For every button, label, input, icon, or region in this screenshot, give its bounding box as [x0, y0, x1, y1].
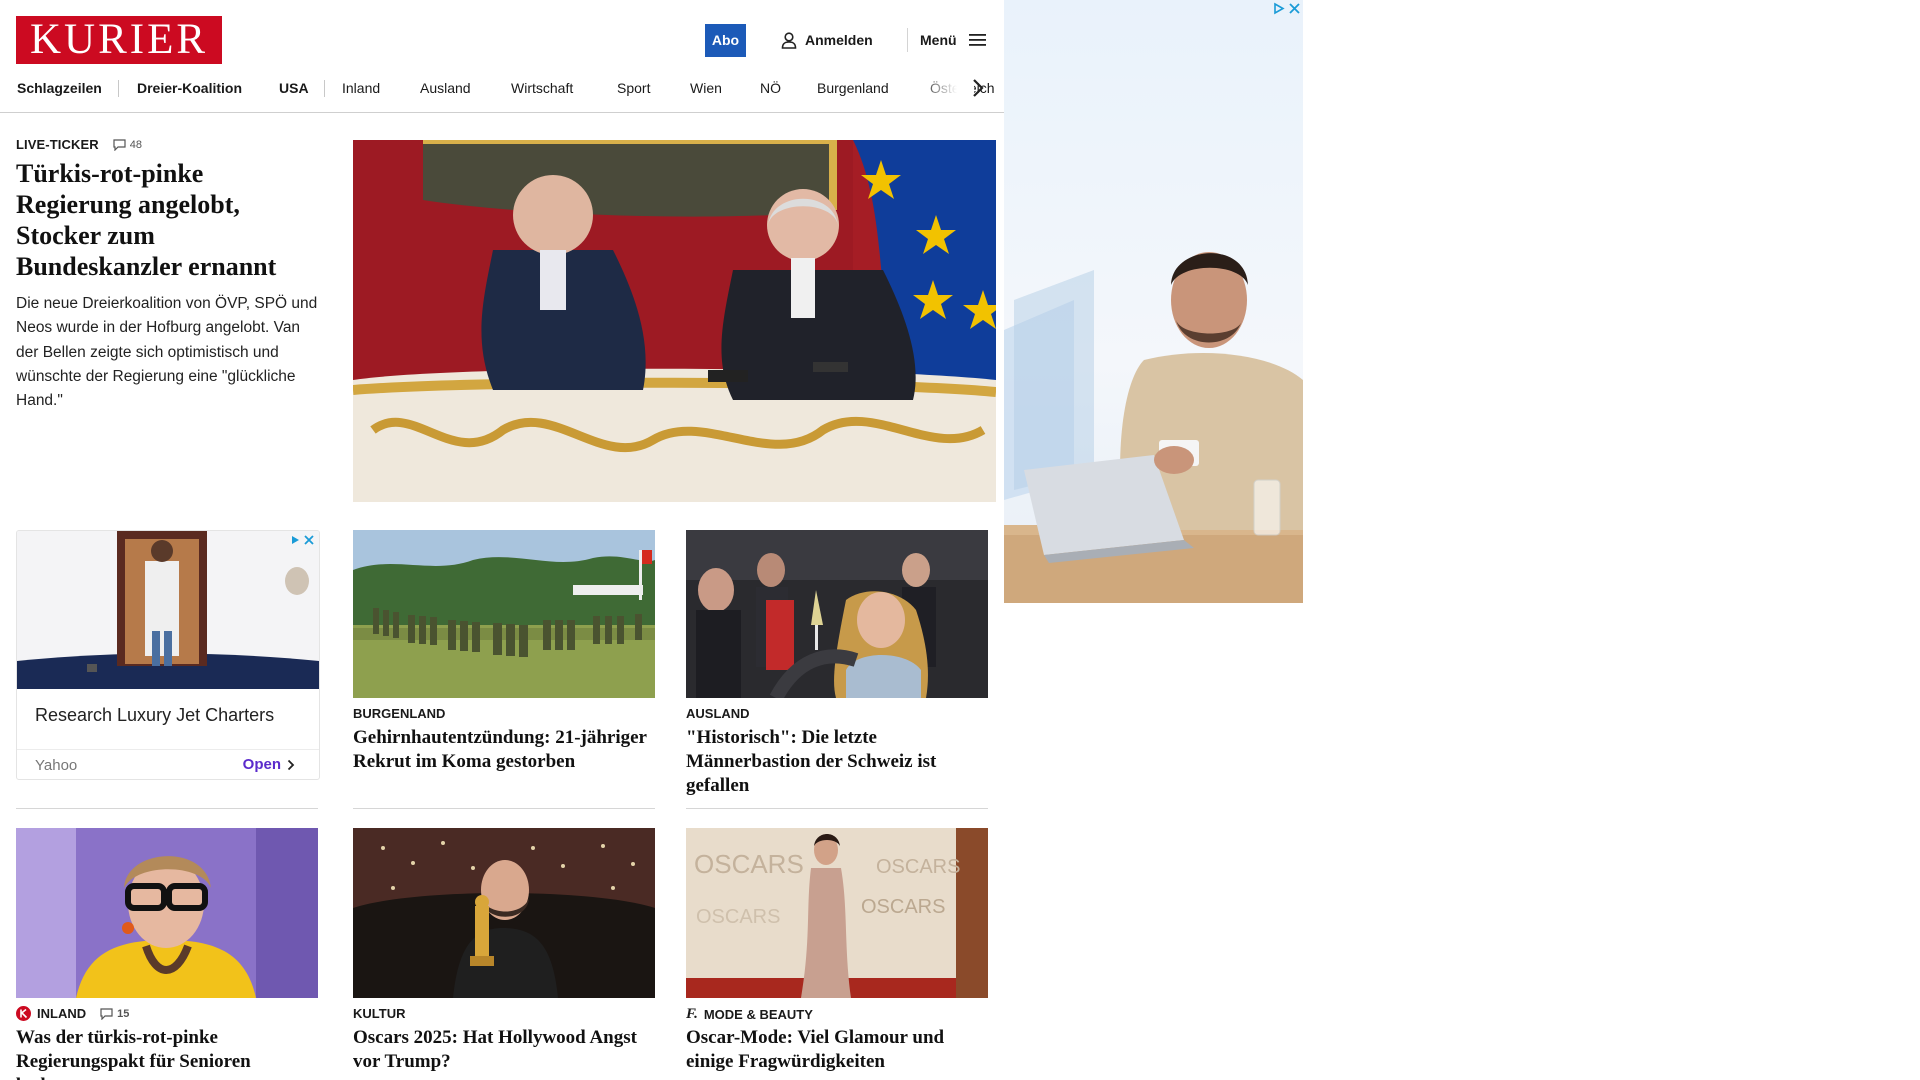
nav-separator [118, 80, 119, 97]
hero-headline[interactable]: Türkis-rot-pinke Regierung angelobt, Sto… [16, 158, 316, 282]
hamburger-icon [968, 34, 986, 46]
article-photo-red-carpet[interactable]: OSCARS OSCARS OSCARS OSCARS [686, 828, 988, 998]
ad-source: Yahoo [35, 757, 78, 774]
nav-item-schlagzeilen[interactable]: Schlagzeilen [17, 78, 102, 112]
adchoices-badge[interactable] [289, 533, 315, 545]
hero-meta: LIVE-TICKER 48 [16, 137, 142, 152]
hero-comment-count: 48 [129, 138, 142, 151]
ad-open-label: Open [242, 756, 281, 773]
article-kicker[interactable]: KULTUR [353, 1006, 405, 1021]
ad-photo [17, 531, 319, 689]
ad-footer: Yahoo Open [17, 749, 319, 779]
nav-item-wien[interactable]: Wien [690, 78, 722, 112]
hero-lead: Die neue Dreierkoalition von ÖVP, SPÖ un… [16, 295, 318, 410]
article-headline[interactable]: Gehirnhautentzündung: 21-jähriger Rekrut… [353, 726, 655, 774]
article-headline[interactable]: Was der türkis-rot-pinke Regierungspakt … [16, 1026, 318, 1080]
site-header: KURIER Abo Anmelden Menü [0, 0, 1004, 78]
comment-icon [113, 138, 126, 151]
article-kicker-row: f. MODE & BEAUTY [686, 1006, 813, 1023]
section-nav: Schlagzeilen Dreier-Koalition USA Inland… [0, 78, 1004, 113]
article-kicker[interactable]: MODE & BEAUTY [704, 1007, 813, 1022]
article-headline[interactable]: Oscars 2025: Hat Hollywood Angst vor Tru… [353, 1026, 655, 1074]
abo-button[interactable]: Abo [705, 24, 746, 57]
row-divider [16, 808, 318, 809]
nav-fade-overlay [918, 78, 974, 104]
adchoices-icon [1272, 2, 1285, 20]
article-photo-senior[interactable] [16, 828, 318, 998]
article-photo-toast[interactable] [686, 530, 988, 698]
user-icon [781, 31, 797, 49]
chevron-right-icon [287, 759, 295, 770]
article-comment-count: 15 [117, 1007, 130, 1020]
nav-item-burgenland[interactable]: Burgenland [817, 78, 889, 112]
ad-title[interactable]: Research Luxury Jet Charters [35, 705, 274, 726]
nav-separator [324, 80, 325, 97]
row-divider [686, 808, 988, 809]
header-divider [907, 28, 908, 52]
nav-item-usa[interactable]: USA [279, 78, 309, 112]
svg-text:OSCARS: OSCARS [694, 849, 804, 879]
article-kicker[interactable]: INLAND [37, 1006, 86, 1021]
menu-button[interactable]: Menü [920, 28, 986, 52]
ad-close-icon[interactable] [1288, 2, 1301, 20]
article-photo-oscar[interactable] [353, 828, 655, 998]
article-kicker[interactable]: AUSLAND [686, 706, 750, 721]
login-label: Anmelden [805, 32, 873, 48]
side-ad-badge[interactable] [1272, 2, 1301, 20]
svg-text:OSCARS: OSCARS [876, 856, 960, 878]
hero-kicker[interactable]: LIVE-TICKER [16, 137, 99, 152]
kurier-k-icon [16, 1006, 31, 1021]
kurier-logo[interactable]: KURIER [16, 16, 222, 64]
ad-tile[interactable]: Research Luxury Jet Charters Yahoo Open [16, 530, 320, 780]
chevron-right-icon[interactable] [968, 76, 988, 100]
side-ad[interactable] [1004, 0, 1303, 603]
nav-item-sport[interactable]: Sport [617, 78, 650, 112]
nav-item-noe[interactable]: NÖ [760, 78, 781, 112]
login-button[interactable]: Anmelden [781, 28, 873, 52]
article-headline[interactable]: "Historisch": Die letzte Männerbastion d… [686, 726, 988, 798]
svg-text:OSCARS: OSCARS [861, 896, 945, 918]
ad-open-button[interactable]: Open [243, 756, 295, 773]
fashion-f-icon: f. [686, 1006, 698, 1022]
ad-close-icon[interactable] [303, 533, 315, 545]
adchoices-icon [289, 533, 301, 545]
nav-item-inland[interactable]: Inland [342, 78, 380, 112]
comment-icon [100, 1007, 113, 1020]
main-column: KURIER Abo Anmelden Menü Schlagzeilen Dr… [0, 0, 1004, 1080]
row-divider [353, 808, 655, 809]
menu-label: Menü [920, 32, 957, 48]
hero-comments[interactable]: 48 [113, 139, 142, 151]
article-headline[interactable]: Oscar-Mode: Viel Glamour und einige Frag… [686, 1026, 988, 1074]
nav-item-wirtschaft[interactable]: Wirtschaft [511, 78, 573, 112]
article-comments[interactable]: 15 [100, 1008, 129, 1020]
article-photo-soldiers[interactable] [353, 530, 655, 698]
article-kicker-row: INLAND 15 [16, 1006, 129, 1021]
hero-photo[interactable] [353, 140, 996, 502]
article-kicker[interactable]: BURGENLAND [353, 706, 445, 721]
nav-item-dreier-koalition[interactable]: Dreier-Koalition [137, 78, 242, 112]
svg-text:OSCARS: OSCARS [696, 906, 780, 928]
nav-item-ausland[interactable]: Ausland [420, 78, 471, 112]
